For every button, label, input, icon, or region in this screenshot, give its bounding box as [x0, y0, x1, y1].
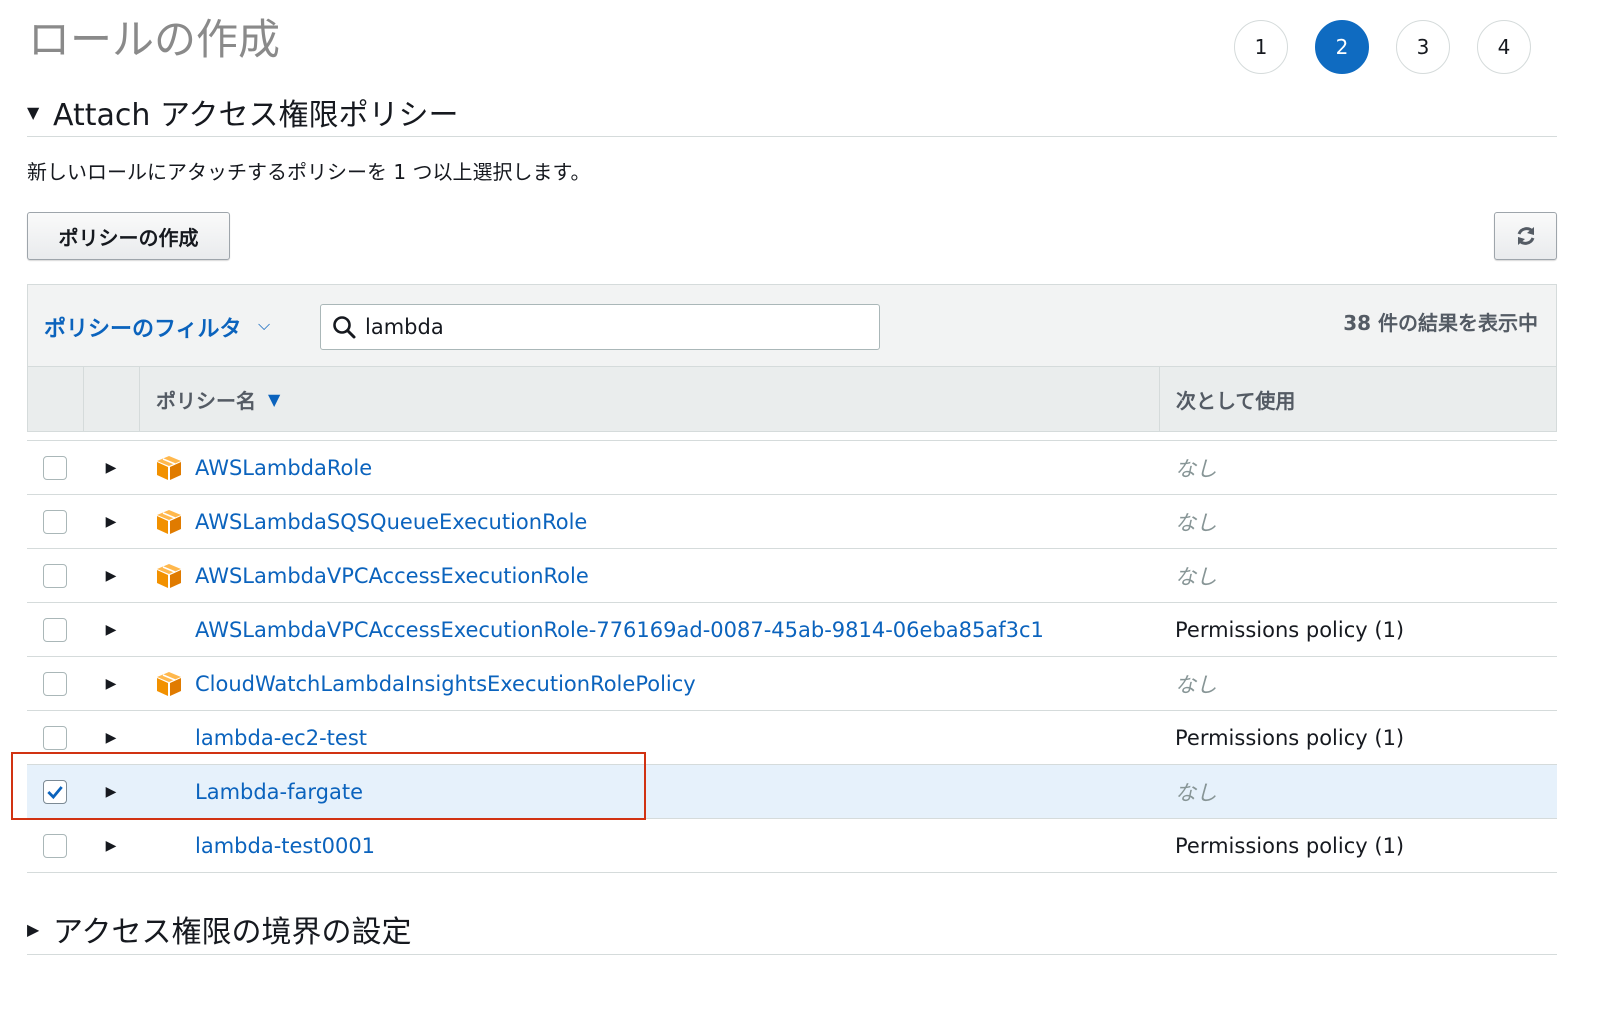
row-checkbox[interactable] [43, 563, 67, 588]
row-checkbox[interactable] [43, 509, 67, 534]
header-select-column [28, 367, 84, 431]
attach-description: 新しいロールにアタッチするポリシーを 1 つ以上選択します。 [27, 160, 591, 184]
attach-policies-section-header[interactable]: ▼ Attach アクセス権限ポリシー [27, 88, 1557, 137]
chevron-down-icon[interactable]: ⌵ [258, 315, 270, 335]
sort-descending-icon[interactable]: ▼ [268, 390, 280, 409]
search-box[interactable] [320, 304, 880, 350]
step-3[interactable]: 3 [1396, 20, 1450, 74]
create-policy-button[interactable]: ポリシーの作成 [27, 212, 230, 260]
policy-usage: Permissions policy (1) [1175, 725, 1405, 750]
policy-usage: なし [1175, 780, 1217, 805]
aws-managed-policy-icon [155, 508, 183, 536]
policy-table: ポリシーのフィルタ ⌵ 38 件の結果を表示中 ポリシー名 ▼ 次として使用 ▶… [27, 284, 1557, 873]
row-name-cell: Lambda-fargate [139, 780, 1159, 804]
policy-name-link[interactable]: AWSLambdaVPCAccessExecutionRole-776169ad… [195, 618, 1044, 642]
policy-usage: なし [1175, 510, 1217, 535]
policy-name-link[interactable]: Lambda-fargate [195, 780, 363, 804]
aws-managed-policy-icon [155, 670, 183, 698]
row-checkbox[interactable] [43, 455, 67, 480]
checkmark-icon [47, 785, 63, 799]
aws-managed-policy-icon [155, 454, 183, 482]
attach-policies-title: Attach アクセス権限ポリシー [53, 98, 459, 133]
caret-right-icon: ▶ [27, 919, 40, 939]
row-name-cell: lambda-test0001 [139, 834, 1159, 858]
permissions-boundary-title: アクセス権限の境界の設定 [53, 915, 412, 950]
row-name-cell: lambda-ec2-test [139, 726, 1159, 750]
expand-row-icon[interactable]: ▶ [83, 514, 139, 530]
table-row[interactable]: ▶ AWSLambdaVPCAccessExecutionRole-776169a… [27, 603, 1557, 657]
table-row[interactable]: ▶ CloudWatchLambdaInsightsExecutionRolePo… [27, 657, 1557, 711]
expand-row-icon[interactable]: ▶ [83, 730, 139, 746]
row-select-cell [27, 617, 83, 642]
policy-usage: なし [1175, 456, 1217, 481]
expand-row-icon[interactable]: ▶ [83, 460, 139, 476]
row-name-cell: AWSLambdaVPCAccessExecutionRole-776169ad… [139, 618, 1159, 642]
permissions-boundary-section-header[interactable]: ▶ アクセス権限の境界の設定 [27, 904, 1557, 955]
policy-name-link[interactable]: lambda-test0001 [195, 834, 375, 858]
row-checkbox[interactable] [43, 779, 67, 804]
expand-row-icon[interactable]: ▶ [83, 622, 139, 638]
row-name-cell: AWSLambdaSQSQueueExecutionRole [139, 508, 1159, 536]
table-header: ポリシー名 ▼ 次として使用 [27, 366, 1557, 432]
row-select-cell [27, 833, 83, 858]
table-row[interactable]: ▶ lambda-ec2-test Permissions policy (1) [27, 711, 1557, 765]
step-2-current[interactable]: 2 [1315, 20, 1369, 74]
aws-managed-policy-icon [155, 562, 183, 590]
row-checkbox[interactable] [43, 617, 67, 642]
row-select-cell [27, 455, 83, 480]
refresh-icon [1517, 227, 1534, 245]
row-checkbox[interactable] [43, 671, 67, 696]
row-select-cell [27, 779, 83, 804]
table-row[interactable]: ▶ AWSLambdaRole なし [27, 441, 1557, 495]
filter-bar: ポリシーのフィルタ ⌵ 38 件の結果を表示中 [27, 284, 1557, 366]
policy-name-link[interactable]: AWSLambdaVPCAccessExecutionRole [195, 564, 589, 588]
policy-name-link[interactable]: AWSLambdaRole [195, 456, 372, 480]
expand-row-icon[interactable]: ▶ [83, 568, 139, 584]
row-select-cell [27, 671, 83, 696]
table-row[interactable]: ▶ lambda-test0001 Permissions policy (1) [27, 819, 1557, 873]
expand-row-icon[interactable]: ▶ [83, 676, 139, 692]
caret-down-icon: ▼ [27, 102, 40, 122]
policy-rows: ▶ AWSLambdaRole なし ▶ AWSLambdaSQSQueueExecut… [27, 441, 1557, 873]
table-row[interactable]: ▶ AWSLambdaSQSQueueExecutionRole なし [27, 495, 1557, 549]
table-spacer [27, 432, 1557, 441]
expand-row-icon[interactable]: ▶ [83, 838, 139, 854]
page-title: ロールの作成 [28, 15, 281, 64]
row-name-cell: AWSLambdaRole [139, 454, 1159, 482]
wizard-steps: 1 2 3 4 [1234, 20, 1531, 74]
policy-filter-dropdown[interactable]: ポリシーのフィルタ [44, 311, 242, 343]
row-checkbox[interactable] [43, 833, 67, 858]
policy-usage: Permissions policy (1) [1175, 833, 1405, 858]
row-select-cell [27, 725, 83, 750]
policy-name-link[interactable]: lambda-ec2-test [195, 726, 367, 750]
row-checkbox[interactable] [43, 725, 67, 750]
refresh-button[interactable] [1494, 212, 1557, 260]
policy-name-link[interactable]: CloudWatchLambdaInsightsExecutionRolePol… [195, 672, 696, 696]
result-count: 38 件の結果を表示中 [1343, 311, 1538, 335]
row-select-cell [27, 563, 83, 588]
policy-name-link[interactable]: AWSLambdaSQSQueueExecutionRole [195, 510, 587, 534]
header-usage[interactable]: 次として使用 [1160, 367, 1556, 431]
row-name-cell: CloudWatchLambdaInsightsExecutionRolePol… [139, 670, 1159, 698]
step-1[interactable]: 1 [1234, 20, 1288, 74]
policy-usage: Permissions policy (1) [1175, 617, 1405, 642]
search-input[interactable] [363, 314, 847, 340]
row-select-cell [27, 509, 83, 534]
policy-usage: なし [1175, 564, 1217, 589]
step-4[interactable]: 4 [1477, 20, 1531, 74]
table-row[interactable]: ▶ Lambda-fargate なし [27, 765, 1557, 819]
table-row[interactable]: ▶ AWSLambdaVPCAccessExecutionRole なし [27, 549, 1557, 603]
search-icon [333, 316, 356, 339]
header-policy-name[interactable]: ポリシー名 ▼ [140, 367, 1160, 431]
header-expand-column [84, 367, 140, 431]
expand-row-icon[interactable]: ▶ [83, 784, 139, 800]
row-name-cell: AWSLambdaVPCAccessExecutionRole [139, 562, 1159, 590]
policy-usage: なし [1175, 672, 1217, 697]
header-policy-name-label: ポリシー名 [156, 388, 256, 413]
